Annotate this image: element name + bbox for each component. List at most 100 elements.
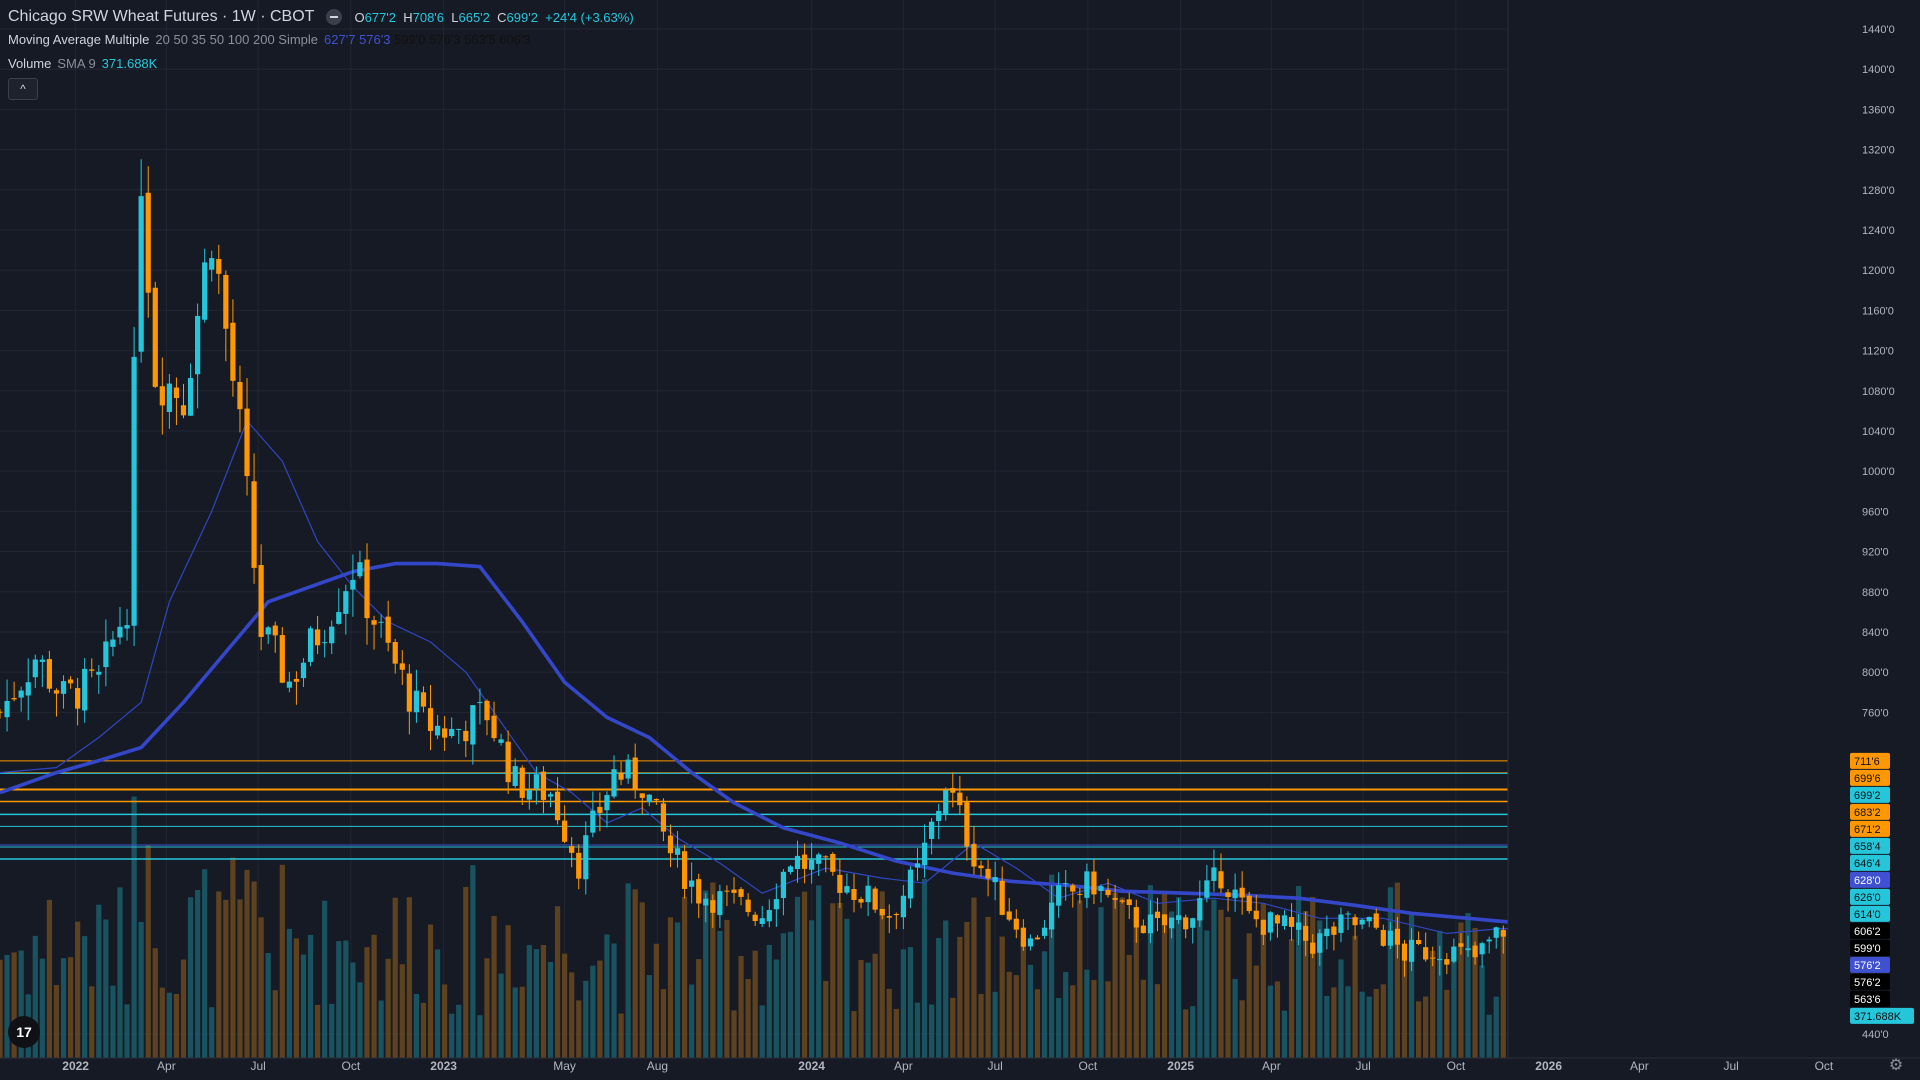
volume-bar	[576, 1000, 582, 1058]
volume-bar	[1451, 948, 1457, 1058]
candle-body	[314, 629, 321, 646]
volume-bar	[491, 916, 497, 1058]
volume-bar	[611, 943, 617, 1058]
time-tick-label: 2025	[1167, 1059, 1194, 1073]
candle-body	[180, 405, 187, 416]
price-tick-label: 920'0	[1862, 547, 1889, 559]
candle-body	[1020, 927, 1026, 947]
candle-body	[900, 895, 906, 918]
price-tick-label: 1120'0	[1862, 346, 1894, 358]
low-value: 665'2	[458, 9, 490, 25]
candle-body	[1091, 871, 1097, 895]
volume-bar	[1183, 1009, 1189, 1058]
candle-body	[731, 889, 737, 893]
ma-value: 599'0	[394, 32, 430, 47]
price-label-text: 699'6	[1854, 773, 1881, 785]
candle-body	[1430, 957, 1436, 959]
volume-bar	[1140, 979, 1146, 1058]
candle-body	[1486, 939, 1492, 942]
volume-bar	[689, 984, 695, 1058]
volume-legend[interactable]: Volume SMA 9 371.688K	[8, 56, 157, 71]
volume-bar	[1415, 1001, 1422, 1058]
candle-body	[921, 842, 928, 866]
volume-bar	[456, 1004, 462, 1058]
volume-bar	[1331, 987, 1337, 1058]
volume-bar	[463, 887, 469, 1058]
volume-bar	[801, 891, 808, 1058]
candle-body	[1253, 910, 1259, 920]
volume-bar	[992, 991, 998, 1058]
volume-bar	[816, 885, 822, 1058]
candle-body	[893, 914, 899, 916]
candle-body	[96, 671, 102, 675]
volume-bar	[343, 940, 349, 1058]
candle-body	[406, 673, 412, 712]
volume-bar	[773, 959, 779, 1058]
settings-gear-icon[interactable]: ⚙	[1888, 1058, 1904, 1074]
volume-bar	[809, 920, 815, 1058]
volume-bar	[964, 921, 970, 1058]
candle-body	[1479, 943, 1485, 955]
volume-bar	[562, 953, 568, 1058]
volume-bar	[681, 896, 688, 1058]
volume-bar	[477, 1015, 483, 1058]
candle-body	[766, 910, 772, 922]
volume-bar	[696, 959, 702, 1058]
volume-bar	[166, 992, 172, 1058]
candle-body	[1105, 889, 1111, 896]
volume-bar	[1493, 996, 1499, 1058]
volume-bar	[597, 960, 603, 1058]
volume-bar	[180, 959, 187, 1058]
volume-bar	[75, 921, 81, 1058]
candle-body	[427, 708, 434, 731]
candle-body	[1154, 911, 1161, 919]
candle-body	[110, 639, 116, 647]
candle-body	[512, 766, 518, 786]
volume-bar	[639, 902, 645, 1058]
candle-body	[145, 192, 151, 293]
volume-bar	[1041, 951, 1048, 1058]
volume-bar	[357, 982, 363, 1058]
candle-body	[1465, 948, 1471, 951]
time-axis[interactable]: 2022 Apr Jul Oct 2023 May Aug 2024 Apr Jul Oct 2025…	[0, 1057, 1920, 1080]
candle-body	[562, 820, 568, 842]
tradingview-logo[interactable]: 17	[8, 1016, 40, 1048]
candle-body	[999, 880, 1005, 915]
candle-body	[1401, 943, 1408, 961]
time-tick-label: Oct	[1447, 1059, 1466, 1073]
candle-body	[872, 888, 878, 910]
candle-body	[971, 844, 977, 867]
candle-body	[166, 383, 172, 413]
price-chart[interactable]: 1440'0 1400'0 1360'0 1320'0 1280'0 1240'0 1200…	[0, 0, 1920, 1080]
symbol-title[interactable]: Chicago SRW Wheat Futures · 1W · CBOT	[8, 8, 314, 26]
volume-bar	[1267, 985, 1273, 1058]
volume-bar	[117, 887, 123, 1058]
horizontal-levels	[0, 760, 1508, 860]
price-tick-label: 1360'0	[1862, 104, 1895, 116]
volume-bar	[1006, 971, 1012, 1058]
candle-body	[272, 625, 278, 636]
volume-bar	[286, 928, 292, 1058]
candle-body	[1041, 927, 1048, 936]
volume-bar	[1486, 1014, 1492, 1058]
candle-body	[1027, 938, 1034, 947]
ma-legend[interactable]: Moving Average Multiple 20 50 35 50 100 …	[8, 32, 531, 47]
volume-params: SMA 9	[57, 56, 96, 71]
collapse-indicators-button[interactable]: ^	[8, 78, 38, 100]
candle-body	[1048, 902, 1055, 930]
volume-bar	[1119, 897, 1125, 1058]
close-value: 699'2	[506, 9, 538, 25]
price-tick-label: 1080'0	[1862, 386, 1895, 398]
price-tick-label: 960'0	[1862, 506, 1889, 518]
volume-bar	[929, 1004, 935, 1058]
collapse-legend-icon[interactable]	[326, 9, 343, 25]
candle-body	[152, 287, 158, 387]
candle-body	[950, 787, 956, 793]
volume-bar	[794, 896, 801, 1058]
volume-bar	[1479, 965, 1485, 1058]
volume-bar	[512, 987, 518, 1058]
candle-body	[336, 612, 342, 624]
volume-bar	[470, 865, 476, 1058]
volume-bar	[96, 904, 102, 1058]
candle-body	[413, 690, 420, 713]
